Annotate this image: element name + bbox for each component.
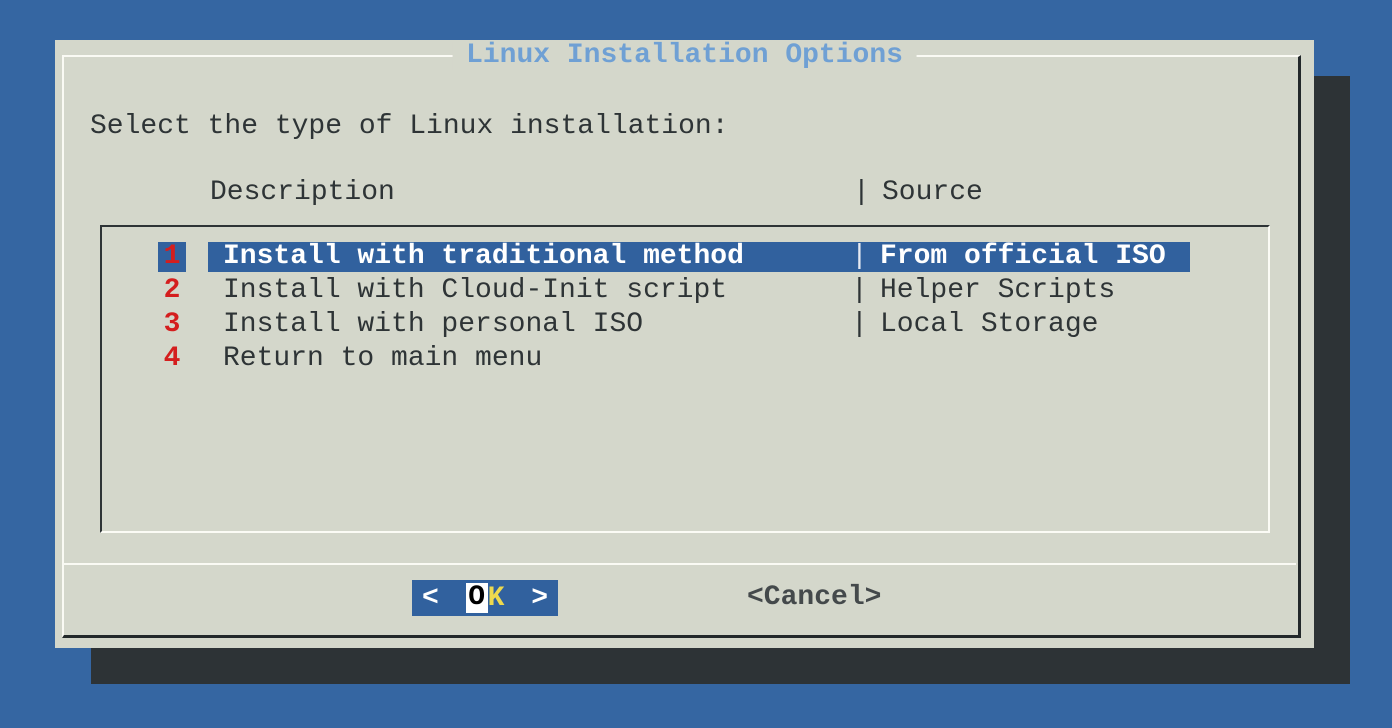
menu-item-description: Return to main menu: [223, 342, 542, 376]
dialog-window: Linux Installation Options Select the ty…: [55, 40, 1314, 648]
menu-item-source: Helper Scripts: [880, 274, 1115, 308]
menu-listbox: 1 Install with traditional method | From…: [100, 225, 1270, 533]
menu-item-number: 1: [158, 242, 186, 272]
menu-item-4[interactable]: 4 Return to main menu: [102, 342, 1266, 376]
menu-item-source: From official ISO: [880, 240, 1166, 274]
menu-item-3[interactable]: 3 Install with personal ISO | Local Stor…: [102, 308, 1266, 342]
menu-item-2[interactable]: 2 Install with Cloud-Init script | Helpe…: [102, 274, 1266, 308]
column-header-description: Description: [210, 176, 395, 210]
ok-right-angle: >: [531, 583, 548, 614]
ok-cursor-char: O: [466, 583, 488, 613]
menu-item-1[interactable]: 1 Install with traditional method | From…: [102, 240, 1266, 274]
ok-button[interactable]: < OK >: [412, 580, 558, 616]
button-area-separator: [62, 563, 1296, 565]
menu-item-description: Install with Cloud-Init script: [223, 274, 727, 308]
row-separator: |: [851, 308, 868, 342]
ok-label: OK: [466, 583, 505, 614]
row-separator: |: [851, 240, 868, 274]
menu-item-source: Local Storage: [880, 308, 1098, 342]
terminal-screen: Linux Installation Options Select the ty…: [0, 0, 1392, 728]
menu-item-description: Install with traditional method: [223, 240, 744, 274]
ok-left-angle: <: [422, 583, 439, 614]
column-header-source: Source: [882, 176, 983, 210]
menu-item-number: 4: [158, 344, 186, 374]
cancel-button[interactable]: <Cancel>: [747, 580, 881, 616]
menu-item-number: 3: [158, 310, 186, 340]
dialog-title: Linux Installation Options: [452, 42, 917, 70]
row-separator: |: [851, 274, 868, 308]
prompt-text: Select the type of Linux installation:: [90, 110, 729, 144]
menu-item-description: Install with personal ISO: [223, 308, 643, 342]
menu-item-number: 2: [158, 276, 186, 306]
column-separator: |: [853, 176, 870, 210]
ok-hotkey-char: K: [488, 583, 505, 614]
